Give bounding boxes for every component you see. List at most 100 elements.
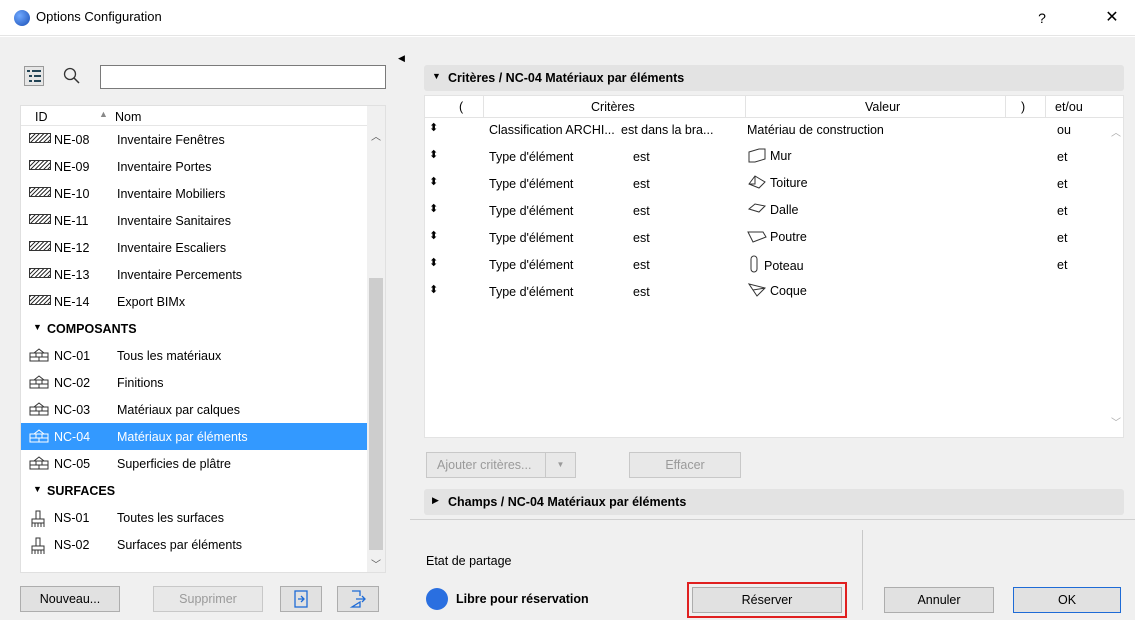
item-id: NE-08	[54, 133, 90, 147]
criteria-table-header: ( Critères Valeur ) et/ou	[425, 96, 1123, 118]
value-cell[interactable]: Poutre	[747, 228, 807, 247]
criterion-cell[interactable]: Type d'élément	[489, 204, 573, 218]
cancel-button[interactable]: Annuler	[884, 587, 994, 613]
clear-button[interactable]: Effacer	[629, 452, 741, 478]
operator-cell[interactable]: est dans la bra...	[621, 123, 713, 137]
panel-splitter[interactable]: ◀	[396, 37, 410, 620]
group-caret-icon[interactable]: ▼	[33, 322, 42, 332]
criteria-row[interactable]: ⬍ Classification ARCHI... est dans la bra.…	[425, 118, 1123, 145]
reorder-handle-icon[interactable]: ⬍	[429, 202, 438, 215]
sort-ascending-icon: ▲	[99, 109, 108, 119]
and-or-cell[interactable]: et	[1057, 177, 1067, 191]
item-name: Finitions	[117, 376, 164, 390]
and-or-cell[interactable]: et	[1057, 204, 1067, 218]
tree-view-toggle[interactable]	[24, 66, 44, 86]
reorder-handle-icon[interactable]: ⬍	[429, 256, 438, 269]
criteria-row[interactable]: ⬍ Type d'élément est Poutre et	[425, 226, 1123, 253]
close-button[interactable]: ✕	[1100, 6, 1124, 30]
collapse-left-icon[interactable]: ◀	[398, 53, 405, 64]
operator-cell[interactable]: est	[633, 258, 650, 272]
criteria-row[interactable]: ⬍ Type d'élément est Poteau et	[425, 253, 1123, 280]
and-or-cell[interactable]: et	[1057, 150, 1067, 164]
list-item[interactable]: NC-02 Finitions	[21, 369, 385, 396]
help-button[interactable]: ?	[1030, 6, 1054, 30]
criterion-cell[interactable]: Classification ARCHI...	[489, 123, 615, 137]
group-header[interactable]: ▼ COMPOSANTS	[21, 315, 385, 342]
criterion-cell[interactable]: Type d'élément	[489, 258, 573, 272]
reorder-handle-icon[interactable]: ⬍	[429, 121, 438, 134]
criteria-row[interactable]: ⬍ Type d'élément est Dalle et	[425, 199, 1123, 226]
reserve-button[interactable]: Réserver	[692, 587, 842, 613]
list-item[interactable]: NS-02 Surfaces par éléments	[21, 531, 385, 558]
building-material-icon	[29, 375, 49, 389]
fields-section-header[interactable]: ▶ Champs / NC-04 Matériaux par éléments	[424, 489, 1124, 515]
scroll-thumb[interactable]	[369, 278, 383, 550]
list-item[interactable]: NE-10 Inventaire Mobiliers	[21, 180, 385, 207]
operator-cell[interactable]: est	[633, 231, 650, 245]
value-cell[interactable]: Toiture	[747, 174, 808, 193]
item-id: NS-02	[54, 538, 90, 552]
criterion-cell[interactable]: Type d'élément	[489, 177, 573, 191]
reorder-handle-icon[interactable]: ⬍	[429, 283, 438, 296]
group-header[interactable]: ▼ SURFACES	[21, 477, 385, 504]
scroll-up-icon[interactable]: ︿	[371, 128, 381, 143]
list-item[interactable]: NE-09 Inventaire Portes	[21, 153, 385, 180]
list-item[interactable]: NC-05 Superficies de plâtre	[21, 450, 385, 477]
search-icon[interactable]	[62, 66, 82, 86]
value-cell[interactable]: Matériau de construction	[747, 120, 884, 137]
reorder-handle-icon[interactable]: ⬍	[429, 148, 438, 161]
column-header-id[interactable]: ID	[35, 110, 48, 124]
list-item[interactable]: NE-14 Export BIMx	[21, 288, 385, 315]
ok-button[interactable]: OK	[1013, 587, 1121, 613]
and-or-cell[interactable]: et	[1057, 258, 1067, 272]
list-item[interactable]: NC-03 Matériaux par calques	[21, 396, 385, 423]
operator-cell[interactable]: est	[633, 204, 650, 218]
criteria-section-header[interactable]: ▼ Critères / NC-04 Matériaux par élément…	[424, 65, 1124, 91]
criteria-row[interactable]: ⬍ Type d'élément est Coque	[425, 280, 1123, 307]
list-item[interactable]: NS-01 Toutes les surfaces	[21, 504, 385, 531]
new-button[interactable]: Nouveau...	[20, 586, 120, 612]
criterion-cell[interactable]: Type d'élément	[489, 285, 573, 299]
criteria-row[interactable]: ⬍ Type d'élément est Mur et	[425, 145, 1123, 172]
criteria-scroll-down-icon[interactable]: ﹀	[1111, 414, 1121, 429]
list-item[interactable]: NE-11 Inventaire Sanitaires	[21, 207, 385, 234]
configuration-list: ID ▲ Nom NE-08 Inventaire Fenêtres NE-09 In…	[20, 105, 386, 573]
value-cell[interactable]: Poteau	[747, 255, 804, 276]
right-panel: ▼ Critères / NC-04 Matériaux par élément…	[410, 37, 1135, 620]
import-button[interactable]	[280, 586, 322, 612]
wall-icon	[747, 147, 767, 166]
criteria-row[interactable]: ⬍ Type d'élément est Toiture et	[425, 172, 1123, 199]
list-item[interactable]: NE-13 Inventaire Percements	[21, 261, 385, 288]
divider	[862, 530, 863, 610]
operator-cell[interactable]: est	[633, 150, 650, 164]
dropdown-arrow-icon[interactable]: ▼	[545, 453, 575, 477]
column-header-nom[interactable]: Nom	[115, 110, 141, 124]
add-criteria-button[interactable]: Ajouter critères... ▼	[426, 452, 576, 478]
value-cell[interactable]: Coque	[747, 282, 807, 301]
operator-cell[interactable]: est	[633, 285, 650, 299]
hatch-pattern-icon	[29, 294, 51, 308]
sharing-status-text: Libre pour réservation	[456, 592, 589, 606]
delete-button[interactable]: Supprimer	[153, 586, 263, 612]
scroll-down-icon[interactable]: ﹀	[371, 556, 381, 571]
hatch-pattern-icon	[29, 240, 51, 254]
operator-cell[interactable]: est	[633, 177, 650, 191]
list-item[interactable]: NC-04 Matériaux par éléments	[21, 423, 385, 450]
list-scrollbar[interactable]: ︿ ﹀	[367, 106, 385, 572]
status-indicator-icon	[426, 588, 448, 610]
criteria-scroll-up-icon[interactable]: ︿	[1111, 124, 1121, 139]
export-button[interactable]	[337, 586, 379, 612]
search-input[interactable]	[100, 65, 386, 89]
value-cell[interactable]: Mur	[747, 147, 792, 166]
value-cell[interactable]: Dalle	[747, 201, 799, 220]
list-item[interactable]: NE-08 Inventaire Fenêtres	[21, 126, 385, 153]
group-caret-icon[interactable]: ▼	[33, 484, 42, 494]
and-or-cell[interactable]: ou	[1057, 123, 1071, 137]
list-item[interactable]: NC-01 Tous les matériaux	[21, 342, 385, 369]
reorder-handle-icon[interactable]: ⬍	[429, 175, 438, 188]
and-or-cell[interactable]: et	[1057, 231, 1067, 245]
criterion-cell[interactable]: Type d'élément	[489, 150, 573, 164]
list-item[interactable]: NE-12 Inventaire Escaliers	[21, 234, 385, 261]
reorder-handle-icon[interactable]: ⬍	[429, 229, 438, 242]
criterion-cell[interactable]: Type d'élément	[489, 231, 573, 245]
